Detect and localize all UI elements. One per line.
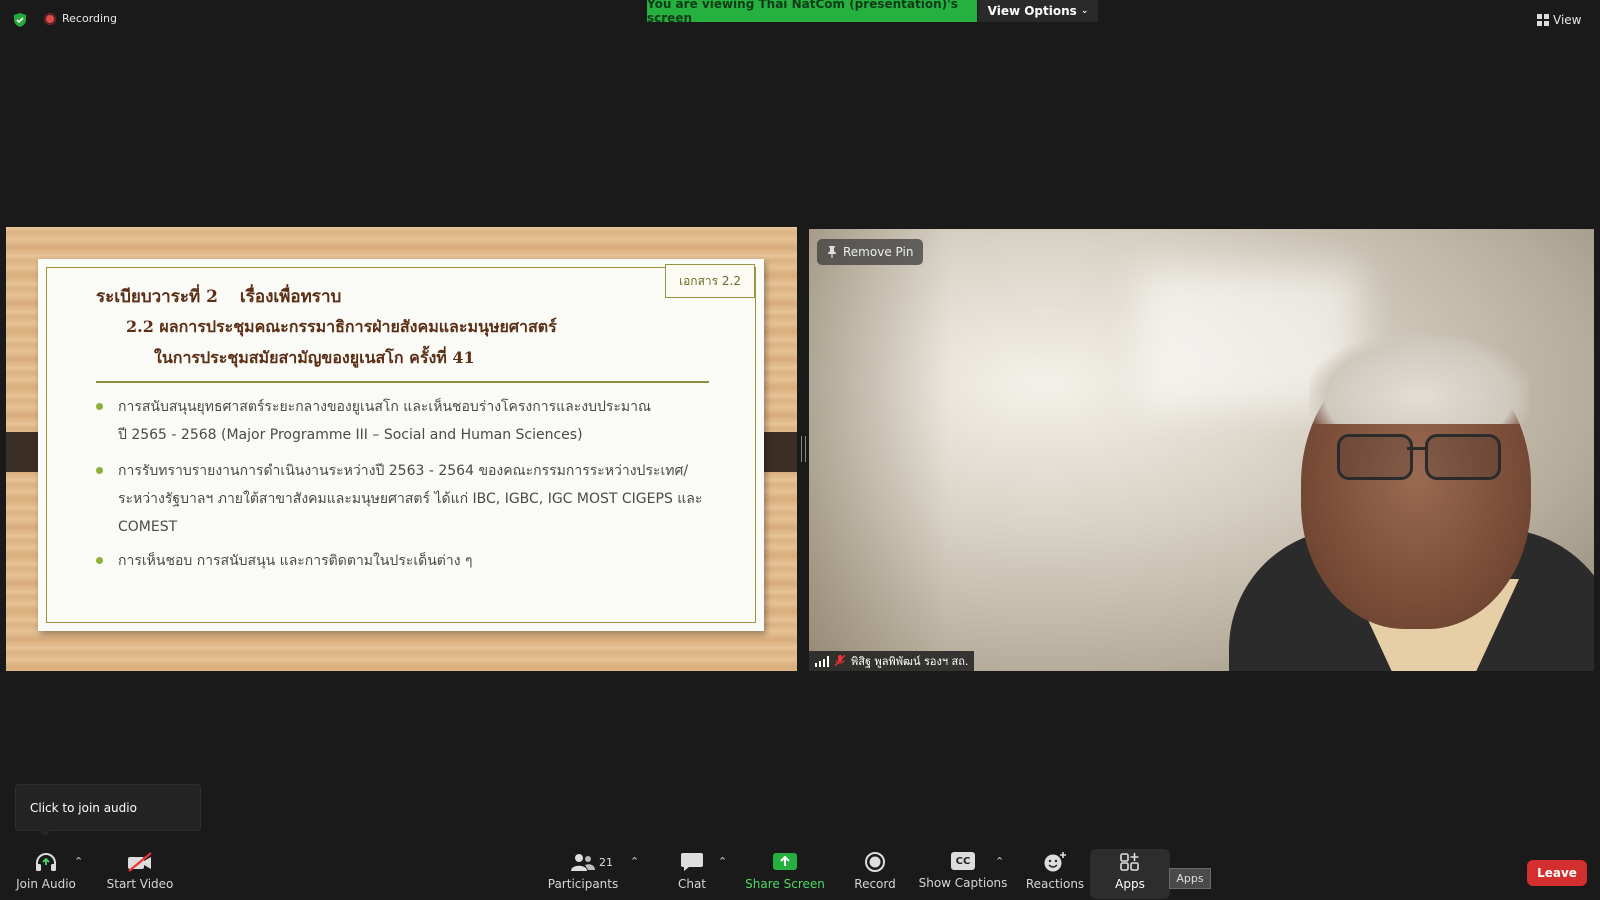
bullet-line: การรับทราบรายงานการดำเนินงานระหว่างปี 25… [118, 463, 689, 479]
recording-icon [44, 12, 56, 25]
bullet-line: ระหว่างรัฐบาลฯ ภายใต้สาขาสังคมและมนุษยศา… [118, 491, 703, 507]
agenda-number: ระเบียบวาระที่ 2 [96, 287, 218, 307]
participant-hair [1309, 334, 1529, 424]
recording-indicator[interactable]: Recording [44, 12, 117, 25]
start-video-label: Start Video [106, 877, 174, 891]
reactions-label: Reactions [1025, 877, 1085, 891]
video-off-icon [128, 852, 152, 872]
record-icon [865, 852, 885, 872]
apps-tooltip: Apps [1169, 868, 1211, 889]
slide-bullet: การรับทราบรายงานการดำเนินงานระหว่างปี 25… [96, 457, 714, 541]
chat-label: Chat [677, 877, 707, 891]
apps-icon [1120, 853, 1139, 871]
view-button[interactable]: View [1537, 10, 1581, 30]
view-options-label: View Options [987, 4, 1077, 18]
glasses-icon [1425, 434, 1501, 480]
security-shield-icon[interactable] [12, 12, 28, 28]
share-screen-button[interactable]: Share Screen [745, 852, 825, 896]
bullet-icon [96, 403, 103, 410]
show-captions-button[interactable]: CC Show Captions [919, 852, 1007, 896]
bullet-icon [96, 467, 103, 474]
slide-title: ระเบียบวาระที่ 2 เรื่องเพื่อทราบ [96, 283, 341, 310]
chat-button[interactable]: Chat [664, 852, 720, 896]
bullet-line: การสนับสนุนยุทธศาสตร์ระยะกลางของยูเนสโก … [118, 399, 651, 415]
glasses-icon [1337, 434, 1413, 480]
tooltip-arrow [38, 830, 52, 837]
apps-label: Apps [1115, 877, 1145, 891]
join-audio-button[interactable]: Join Audio [16, 852, 76, 896]
screen-share-banner-text: You are viewing Thai NatCom (presentatio… [647, 0, 958, 25]
show-captions-label: Show Captions [918, 876, 1008, 890]
recording-label: Recording [62, 12, 118, 25]
bullet-icon [96, 557, 103, 564]
participant-name-tag: พิสิฐ พูลพิพัฒน์ รองฯ สถ. [809, 651, 975, 671]
bullet-line: การเห็นชอบ การสนับสนุน และการติดตามในประ… [118, 553, 473, 569]
panel-resize-handle[interactable] [801, 436, 806, 462]
join-audio-tooltip: Click to join audio [15, 784, 201, 831]
join-audio-label: Join Audio [16, 877, 76, 891]
bullet-line: COMEST [118, 519, 178, 535]
share-screen-icon [773, 853, 797, 870]
screen-share-banner: You are viewing Thai NatCom (presentatio… [647, 0, 977, 25]
signal-strength-icon [815, 655, 829, 667]
captions-options-caret-icon[interactable]: ⌃ [995, 855, 1004, 868]
participants-options-caret-icon[interactable]: ⌃ [630, 855, 639, 868]
audio-options-caret-icon[interactable]: ⌃ [74, 855, 83, 868]
leave-button[interactable]: Leave [1527, 860, 1587, 886]
smiley-plus-icon [1044, 852, 1066, 872]
glasses-bridge [1407, 447, 1425, 450]
participant-video[interactable]: Remove Pin พิสิฐ พูลพิพัฒน์ รองฯ สถ. [809, 229, 1594, 671]
muted-microphone-icon [835, 655, 845, 667]
slide-subtitle-2: ในการประชุมสมัยสามัญของยูเนสโก ครั้งที่ … [154, 348, 475, 367]
share-screen-label: Share Screen [745, 877, 825, 891]
closed-captions-icon: CC [951, 852, 975, 870]
video-background-shadow [809, 229, 949, 671]
slide-divider [96, 381, 709, 383]
view-label: View [1553, 13, 1582, 27]
headphones-icon [36, 853, 56, 871]
slide-bullet: การสนับสนุนยุทธศาสตร์ระยะกลางของยูเนสโก … [96, 393, 714, 449]
apps-button[interactable]: Apps [1100, 852, 1160, 896]
participants-label: Participants [547, 877, 619, 891]
participant-name: พิสิฐ พูลพิพัฒน์ รองฯ สถ. [851, 655, 969, 668]
remove-pin-button[interactable]: Remove Pin [817, 239, 924, 265]
chevron-down-icon: ⌄ [1080, 6, 1089, 16]
participants-icon [571, 854, 595, 871]
chat-options-caret-icon[interactable]: ⌃ [718, 855, 727, 868]
remove-pin-label: Remove Pin [843, 245, 914, 259]
bullet-line: ปี 2565 - 2568 (Major Programme III – So… [118, 427, 583, 443]
record-button[interactable]: Record [850, 852, 900, 896]
start-video-button[interactable]: Start Video [106, 852, 174, 896]
join-audio-tooltip-text: Click to join audio [30, 800, 137, 815]
document-tag: เอกสาร 2.2 [665, 264, 755, 298]
agenda-topic: เรื่องเพื่อทราบ [239, 287, 342, 307]
grid-view-icon [1537, 14, 1549, 26]
shared-screen[interactable]: เอกสาร 2.2 ระเบียบวาระที่ 2 เรื่องเพื่อทร… [6, 227, 797, 671]
pin-icon [828, 246, 836, 258]
view-options-button[interactable]: View Options ⌄ [978, 0, 1098, 22]
slide-subtitle-1: 2.2 ผลการประชุมคณะกรรมาธิการฝ่ายสังคมและ… [126, 317, 557, 336]
participants-count: 21 [599, 856, 613, 869]
slide-bullet: การเห็นชอบ การสนับสนุน และการติดตามในประ… [96, 547, 714, 575]
reactions-button[interactable]: Reactions [1024, 852, 1086, 896]
chat-icon [681, 853, 703, 871]
record-label: Record [854, 877, 896, 891]
